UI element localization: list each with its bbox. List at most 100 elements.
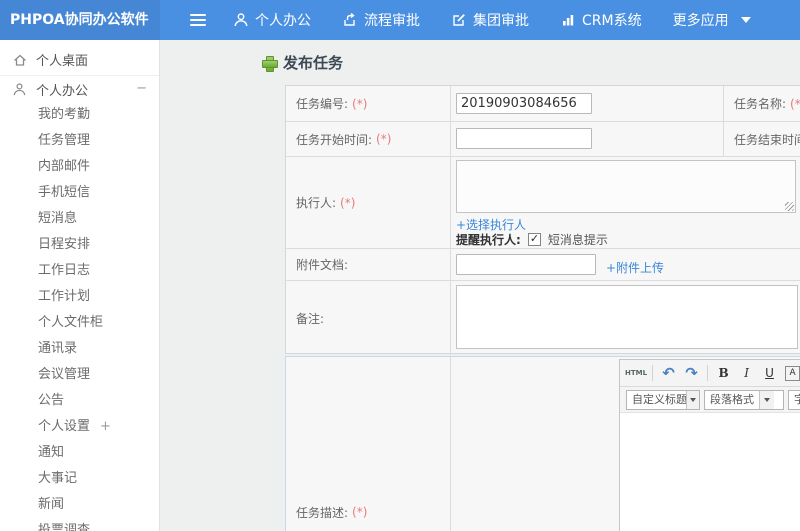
font-style-box-button[interactable]: A [782,363,800,384]
end-time-label: 任务结束时间: [734,132,800,147]
sidebar-item-17[interactable]: 投票调查 [0,518,159,531]
caret-down-icon [740,17,751,23]
sms-remind-checkbox[interactable] [527,232,541,246]
sidebar-item-label: 大事记 [38,471,78,486]
editor-select-1[interactable]: 自定义标题 [626,389,700,410]
person-icon [233,12,249,28]
nav-item-4[interactable]: CRM系统 [560,10,642,30]
sidebar-item-15[interactable]: 大事记 [0,466,159,492]
sidebar-item-11[interactable]: 会议管理 [0,362,159,388]
remark-label: 备注: [296,311,325,326]
underline-button[interactable]: U [759,363,780,384]
sidebar-item-8[interactable]: 工作计划 [0,284,159,310]
sidebar-item-label: 投票调查 [38,523,91,531]
editor-toolbar-row2: 自定义标题段落格式字体字号 [620,387,800,413]
person-icon [12,82,28,97]
start-time-label: 任务开始时间: [296,132,373,147]
executor-label: 执行人: [296,196,337,210]
sidebar-item-label: 内部邮件 [38,159,91,174]
nav-item-5[interactable]: 更多应用 [673,10,751,30]
app-window: PHPOA协同办公软件 个人办公 流程审批 集团审批 CRM系统 更多应用 个人桌面 个… [0,0,800,531]
editor-toolbar-row1: HTML ↶ ↷ B I U A ABC X2 X2 [620,360,800,387]
editor-content-area[interactable] [620,415,800,531]
required-mark: (*) [352,96,368,111]
nav-item-label: 集团审批 [473,13,529,29]
sidebar-item-label: 个人设置 [38,419,91,434]
sidebar-item-label: 日程安排 [38,237,91,252]
sidebar-item-label: 任务管理 [38,133,91,148]
nav-item-label: 更多应用 [672,13,729,29]
sidebar-item-label: 手机短信 [38,185,91,200]
add-plus-icon [262,55,278,72]
italic-button[interactable]: I [736,363,757,384]
description-label: 任务描述: [296,505,349,520]
sidebar-item-label: 工作日志 [38,263,91,278]
sidebar-item-13[interactable]: 个人设置 + [0,414,159,440]
task-name-label: 任务名称: [734,97,787,111]
sidebar-group-personal-office[interactable]: 个人办公 − [0,76,159,102]
redo-icon[interactable]: ↷ [681,363,702,384]
sidebar-item-label: 公告 [38,393,65,408]
task-description-table: 任务描述: (*) HTML ↶ ↷ B I U A 自定义标题 段落格式 字 [285,356,800,531]
attachment-upload-link[interactable]: +附件上传 [606,259,664,276]
sidebar-item-7[interactable]: 工作日志 [0,258,159,284]
sidebar-item-label: 短消息 [38,211,78,226]
sidebar-item-label: 新闻 [38,497,65,512]
task-number-label: 任务编号: [296,97,349,111]
sidebar-item-14[interactable]: 通知 [0,440,159,466]
sidebar-item-9[interactable]: 个人文件柜 [0,310,159,336]
editor-select-3[interactable]: 字体 [788,389,800,410]
main-content: 发布任务 任务编号: (*) 任务名称: (*) 任务开始时间: (*) [160,40,800,531]
sidebar-item-label: 通讯录 [38,341,78,356]
sidebar-item-label: 通知 [38,445,65,460]
sidebar-item-16[interactable]: 新闻 [0,492,159,518]
workflow-export-icon [342,12,358,28]
start-time-input[interactable] [456,128,592,149]
undo-icon[interactable]: ↶ [658,363,679,384]
editor-select-value: 段落格式 [710,392,754,406]
sidebar-item-3[interactable]: 内部邮件 [0,154,159,180]
attachment-input[interactable] [456,254,596,275]
sidebar-item-10[interactable]: 通讯录 [0,336,159,362]
nav-item-2[interactable]: 流程审批 [342,10,420,30]
menu-toggle-icon[interactable] [190,14,206,26]
rich-text-editor: HTML ↶ ↷ B I U A ABC X2 X2 [619,359,800,531]
top-navbar: PHPOA协同办公软件 个人办公 流程审批 集团审批 CRM系统 更多应用 [0,0,800,40]
task-form-table: 任务编号: (*) 任务名称: (*) 任务开始时间: (*) 任务结束时间: … [285,85,800,355]
sidebar-item-12[interactable]: 公告 [0,388,159,414]
sidebar-item-1[interactable]: 我的考勤 [0,102,159,128]
resize-grip-icon[interactable] [785,202,794,211]
sidebar-item-6[interactable]: 日程安排 [0,232,159,258]
expand-icon[interactable]: + [100,414,111,440]
collapse-icon[interactable]: − [136,76,147,102]
app-brand: PHPOA协同办公软件 [10,12,149,28]
remark-textarea[interactable] [456,285,798,349]
page-title: 发布任务 [262,52,343,73]
chevron-down-icon [759,390,774,409]
sidebar-item-label: 会议管理 [38,367,91,382]
nav-item-label: 流程审批 [364,13,420,29]
sms-remind-label: 短消息提示 [547,233,608,247]
editor-select-2[interactable]: 段落格式 [704,389,784,410]
sidebar-item-desktop[interactable]: 个人桌面 [0,44,159,76]
nav-item-1[interactable]: 个人办公 [233,10,311,30]
sidebar-item-label: 我的考勤 [38,107,91,122]
sidebar-item-5[interactable]: 短消息 [0,206,159,232]
bold-button[interactable]: B [713,363,734,384]
sidebar-item-2[interactable]: 任务管理 [0,128,159,154]
home-icon [12,52,28,68]
sidebar-item-label: 个人文件柜 [38,315,104,330]
sidebar: 个人桌面 个人办公 − 我的考勤任务管理内部邮件手机短信短消息日程安排工作日志工… [0,40,160,531]
html-source-button[interactable]: HTML [625,363,647,384]
nav-item-label: 个人办公 [255,13,311,29]
editor-select-value: 自定义标题 [632,392,686,406]
sidebar-item-label: 个人桌面 [36,54,89,69]
sidebar-item-label: 工作计划 [38,289,91,304]
sidebar-item-4[interactable]: 手机短信 [0,180,159,206]
executor-textarea[interactable] [456,160,796,213]
sidebar-group-label: 个人办公 [36,83,89,99]
nav-item-label: CRM系统 [582,13,642,29]
nav-item-3[interactable]: 集团审批 [451,10,529,30]
sidebar-submenu: 我的考勤任务管理内部邮件手机短信短消息日程安排工作日志工作计划个人文件柜通讯录会… [0,102,159,531]
task-number-input[interactable] [456,93,592,114]
